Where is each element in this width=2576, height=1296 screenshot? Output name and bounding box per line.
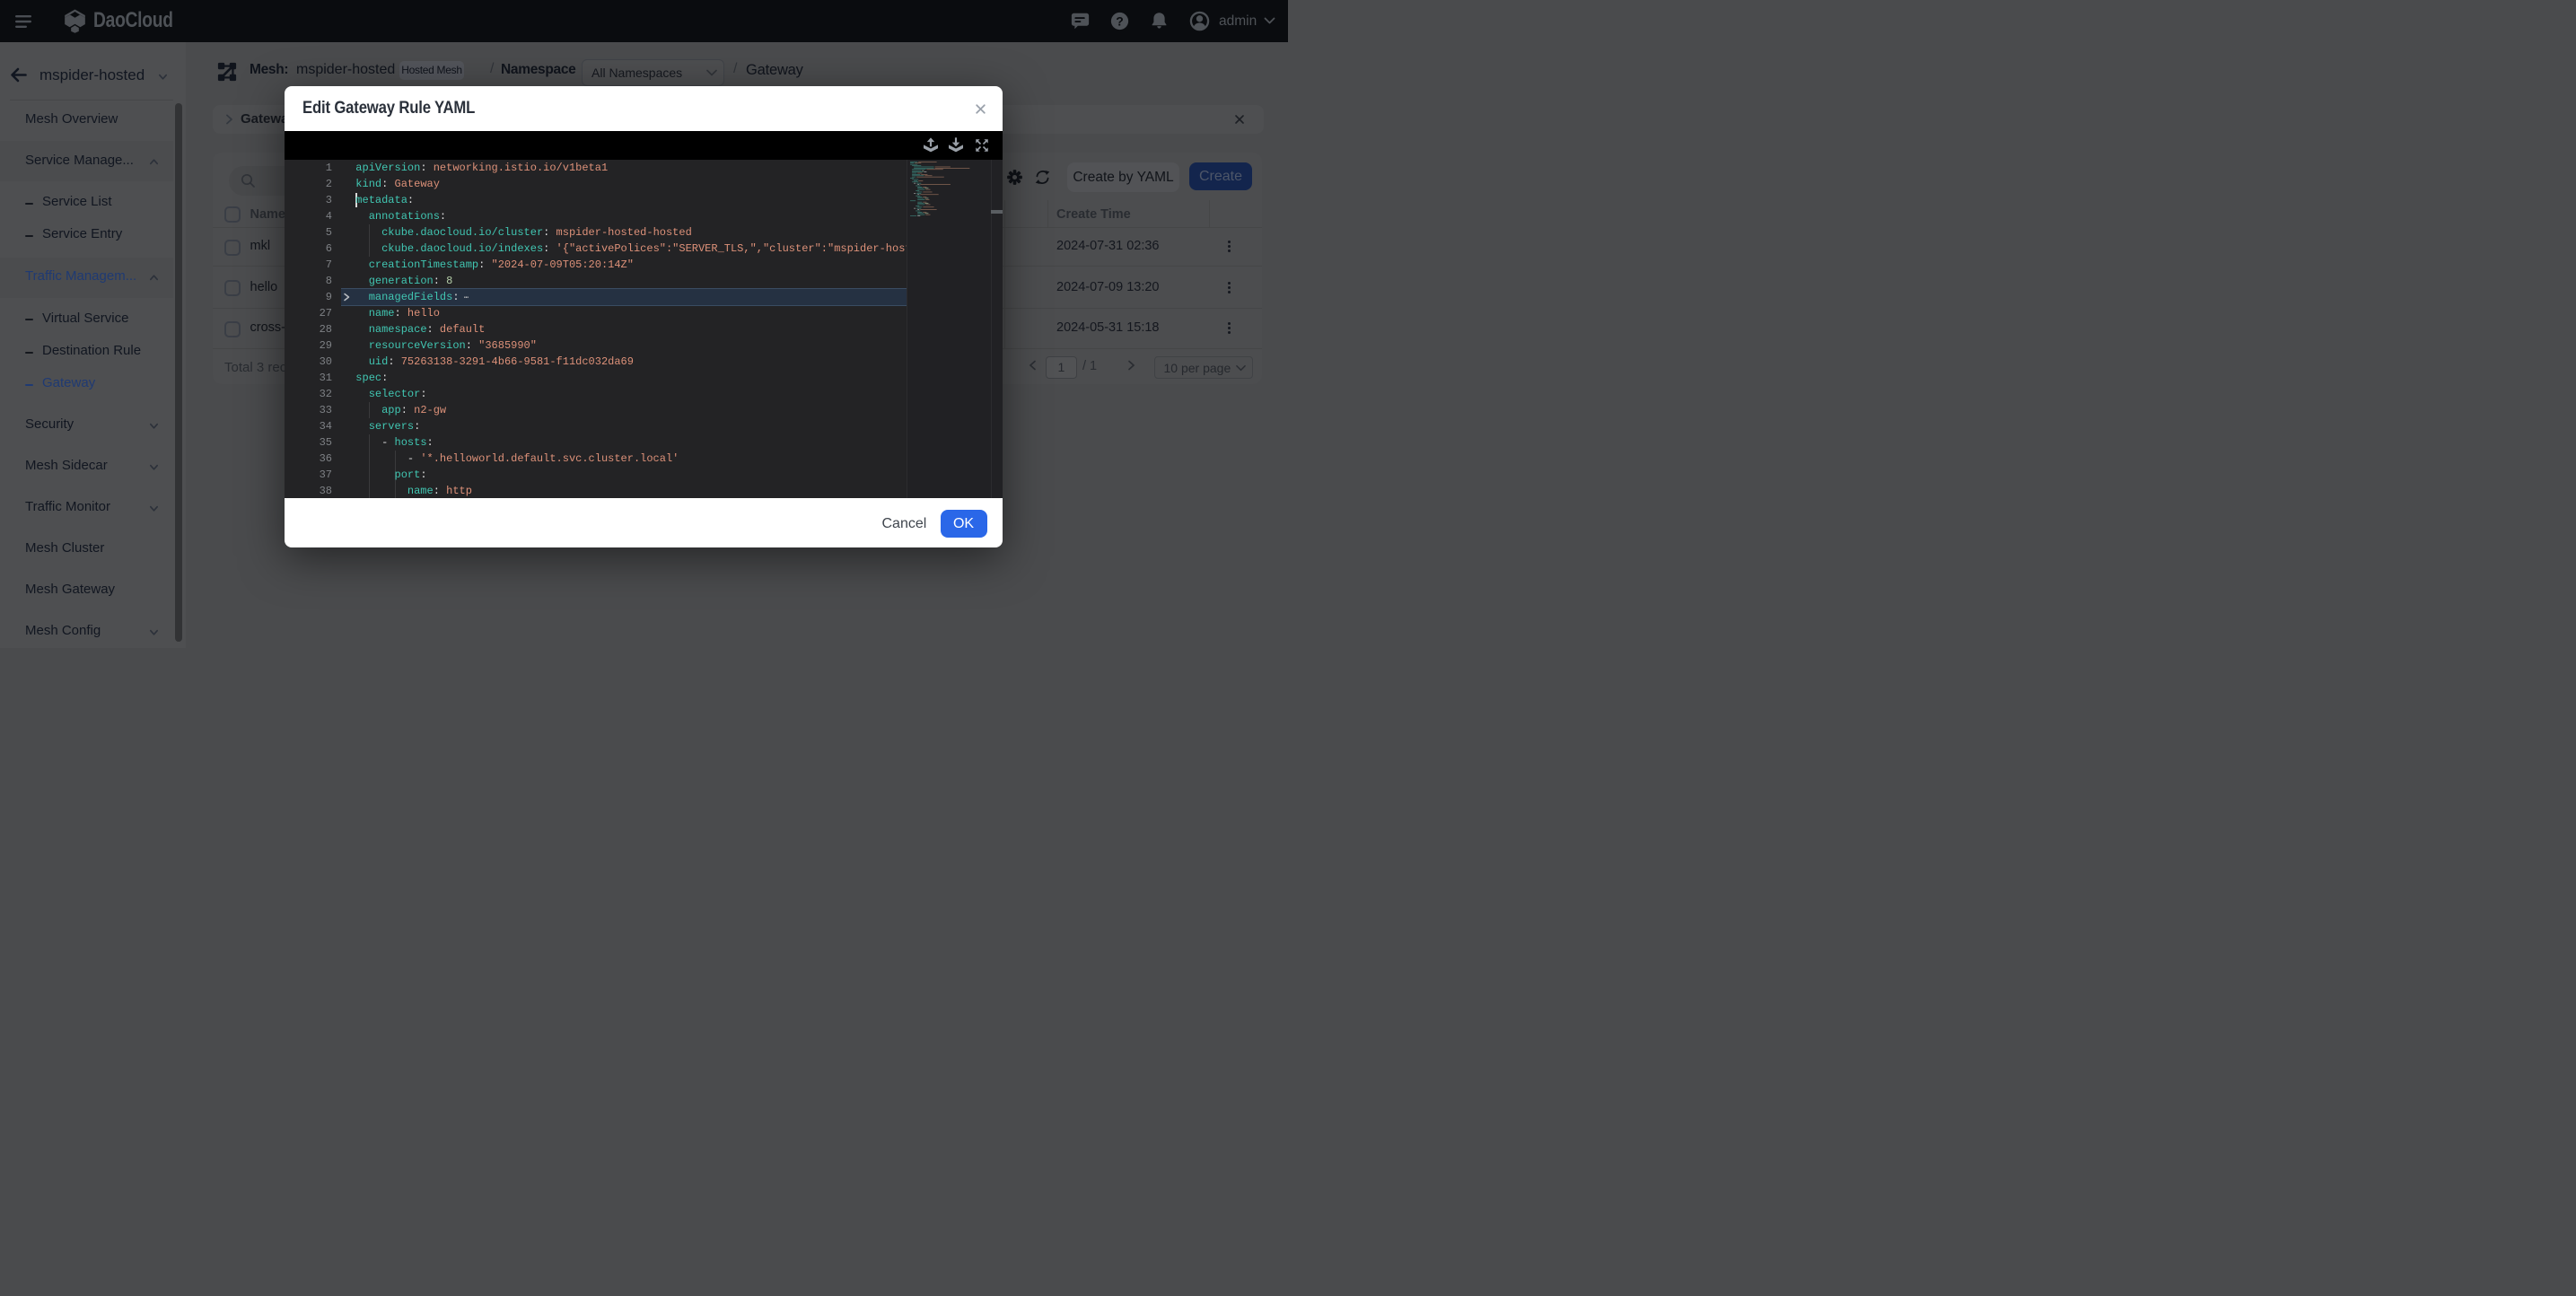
svg-text:?: ? — [1116, 13, 1124, 28]
